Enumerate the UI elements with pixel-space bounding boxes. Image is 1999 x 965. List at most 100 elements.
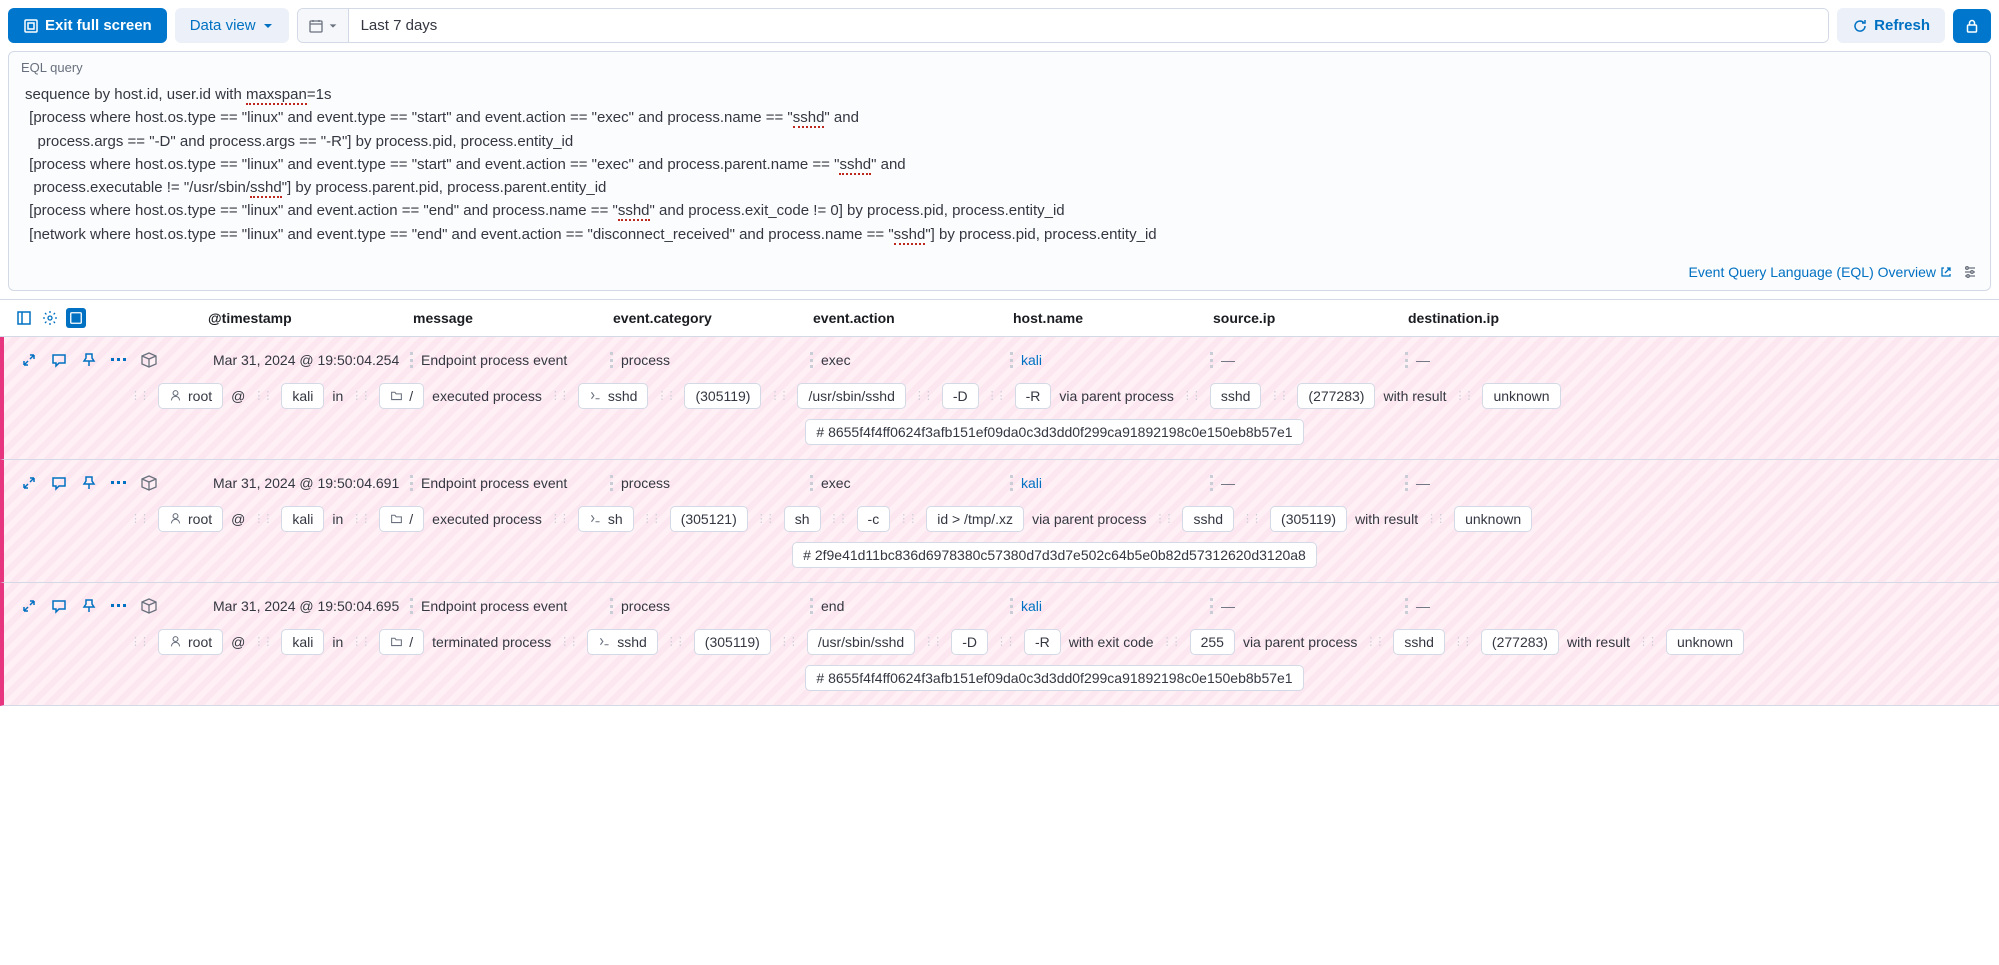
pill[interactable]: -R — [1024, 629, 1061, 655]
pill[interactable]: unknown — [1482, 383, 1560, 409]
grip-icon: ⋮⋮ — [779, 635, 797, 648]
analyze-icon[interactable] — [140, 597, 158, 615]
pill-label: root — [188, 511, 212, 527]
pill[interactable]: root — [158, 383, 223, 409]
pill[interactable]: sshd — [1393, 629, 1445, 655]
column-action[interactable]: event.action — [805, 300, 1005, 336]
pill[interactable]: sshd — [1182, 506, 1234, 532]
more-icon[interactable] — [110, 351, 128, 369]
expand-icon[interactable] — [66, 308, 86, 328]
grip-icon: ⋮⋮ — [769, 389, 787, 402]
pill[interactable]: root — [158, 629, 223, 655]
user-icon — [169, 512, 182, 525]
grip-icon: ⋮⋮ — [914, 389, 932, 402]
lock-icon — [1964, 18, 1980, 34]
cell-destination: — — [1405, 352, 1989, 368]
pin-icon[interactable] — [80, 474, 98, 492]
more-icon[interactable] — [110, 597, 128, 615]
pill[interactable]: root — [158, 506, 223, 532]
pill-label: / — [409, 511, 413, 527]
lock-button[interactable] — [1953, 9, 1991, 43]
pill[interactable]: (277283) — [1481, 629, 1559, 655]
pill[interactable]: / — [379, 506, 424, 532]
pill-label: sh — [795, 511, 810, 527]
analyze-icon[interactable] — [140, 474, 158, 492]
pill-label: id > /tmp/.xz — [937, 511, 1013, 527]
pill[interactable]: -D — [951, 629, 988, 655]
comment-icon[interactable] — [50, 351, 68, 369]
pill-label: unknown — [1677, 634, 1733, 650]
column-message[interactable]: message — [405, 300, 605, 336]
column-source[interactable]: source.ip — [1205, 300, 1400, 336]
pill[interactable]: kali — [281, 506, 324, 532]
pill[interactable]: (277283) — [1297, 383, 1375, 409]
hash-pill[interactable]: # 2f9e41d11bc836d6978380c57380d7d3d7e502… — [792, 542, 1317, 568]
columns-icon[interactable] — [14, 308, 34, 328]
pill-label: / — [409, 388, 413, 404]
pill-text: via parent process — [1032, 511, 1146, 527]
pill[interactable]: -D — [942, 383, 979, 409]
row-actions — [10, 597, 205, 615]
pill[interactable]: -R — [1015, 383, 1052, 409]
pin-icon[interactable] — [80, 351, 98, 369]
pin-icon[interactable] — [80, 597, 98, 615]
pill[interactable]: / — [379, 629, 424, 655]
pill[interactable]: (305119) — [684, 383, 761, 409]
analyze-icon[interactable] — [140, 351, 158, 369]
column-timestamp[interactable]: @timestamp — [200, 300, 405, 336]
pill[interactable]: sshd — [1210, 383, 1262, 409]
pill[interactable]: sh — [578, 506, 634, 532]
date-range-picker[interactable] — [297, 8, 1830, 43]
expand-row-icon[interactable] — [20, 597, 38, 615]
host-link[interactable]: kali — [1021, 352, 1042, 368]
pill[interactable]: id > /tmp/.xz — [926, 506, 1024, 532]
calendar-button[interactable] — [298, 9, 349, 42]
pill[interactable]: unknown — [1666, 629, 1744, 655]
pill[interactable]: / — [379, 383, 424, 409]
refresh-label: Refresh — [1874, 17, 1930, 34]
cell-action: end — [810, 598, 1010, 614]
query-settings-button[interactable] — [1962, 264, 1978, 280]
pill[interactable]: sshd — [587, 629, 658, 655]
pill-label: -c — [868, 511, 880, 527]
gear-icon[interactable] — [40, 308, 60, 328]
pill[interactable]: kali — [281, 383, 324, 409]
pill-label: sshd — [1221, 388, 1251, 404]
expand-row-icon[interactable] — [20, 351, 38, 369]
pill[interactable]: sh — [784, 506, 821, 532]
pill[interactable]: (305121) — [670, 506, 748, 532]
host-link[interactable]: kali — [1021, 598, 1042, 614]
hash-pill[interactable]: # 8655f4f4ff0624f3afb151ef09da0c3d3dd0f2… — [805, 419, 1303, 445]
folder-icon — [390, 635, 403, 648]
column-category[interactable]: event.category — [605, 300, 805, 336]
pill[interactable]: sshd — [578, 383, 649, 409]
query-editor[interactable]: sequence by host.id, user.id with maxspa… — [9, 79, 1990, 258]
pill[interactable]: (305119) — [694, 629, 771, 655]
pill-label: root — [188, 634, 212, 650]
exit-fullscreen-button[interactable]: Exit full screen — [8, 8, 167, 43]
hash-pill[interactable]: # 8655f4f4ff0624f3afb151ef09da0c3d3dd0f2… — [805, 665, 1303, 691]
row-hash: # 2f9e41d11bc836d6978380c57380d7d3d7e502… — [10, 532, 1989, 568]
more-icon[interactable] — [110, 474, 128, 492]
pill[interactable]: 255 — [1190, 629, 1235, 655]
pill-label: kali — [292, 511, 313, 527]
pill[interactable]: (305119) — [1270, 506, 1347, 532]
date-range-input[interactable] — [349, 9, 1829, 42]
row-hash: # 8655f4f4ff0624f3afb151ef09da0c3d3dd0f2… — [10, 655, 1989, 691]
grip-icon: ⋮⋮ — [996, 635, 1014, 648]
pill[interactable]: -c — [857, 506, 891, 532]
pill[interactable]: /usr/sbin/sshd — [807, 629, 915, 655]
host-link[interactable]: kali — [1021, 475, 1042, 491]
column-host[interactable]: host.name — [1005, 300, 1205, 336]
refresh-button[interactable]: Refresh — [1837, 8, 1945, 43]
column-destination[interactable]: destination.ip — [1400, 300, 1999, 336]
pill[interactable]: /usr/sbin/sshd — [797, 383, 905, 409]
comment-icon[interactable] — [50, 474, 68, 492]
eql-overview-link[interactable]: Event Query Language (EQL) Overview — [1689, 264, 1952, 280]
pill[interactable]: kali — [281, 629, 324, 655]
expand-row-icon[interactable] — [20, 474, 38, 492]
comment-icon[interactable] — [50, 597, 68, 615]
data-view-button[interactable]: Data view — [175, 8, 289, 43]
grip-icon: ⋮⋮ — [130, 389, 148, 402]
pill[interactable]: unknown — [1454, 506, 1532, 532]
